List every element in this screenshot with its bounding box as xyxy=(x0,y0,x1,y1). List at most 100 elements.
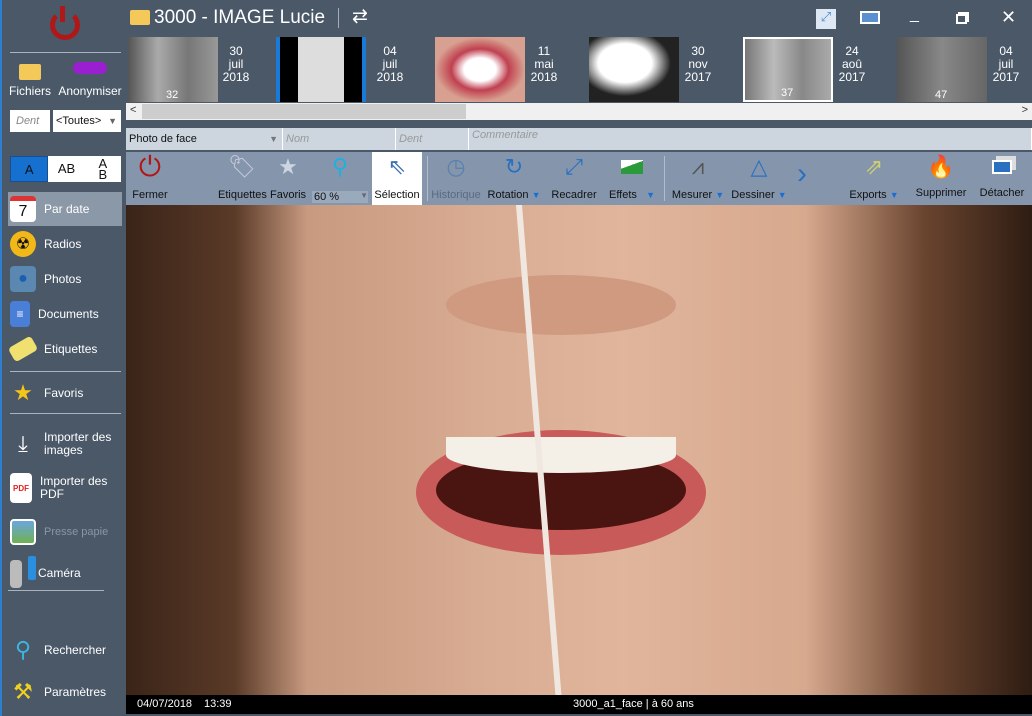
zoom-select[interactable]: 60 % ▼ xyxy=(312,191,368,203)
history-icon: ◷ xyxy=(446,154,466,179)
sidebar-item-label: Presse papie xyxy=(44,525,109,538)
close-image-button[interactable]: ⏻ Fermer xyxy=(130,151,170,205)
image-info-fields: Photo de face ▼ Nom Dent Commentaire xyxy=(126,128,1032,150)
image-viewer[interactable] xyxy=(126,205,1032,695)
thumbnail-date: 30 juil 2018 xyxy=(222,44,250,84)
effects-button[interactable]: Effets ▼ xyxy=(604,152,660,205)
restore-button[interactable] xyxy=(956,14,967,24)
folder-icon xyxy=(130,10,150,25)
thumbnail[interactable] xyxy=(435,37,525,102)
download-icon: ⤓ xyxy=(18,431,28,456)
magnifier-icon: ⚲ xyxy=(331,154,349,179)
thumbnail[interactable]: 37 xyxy=(743,37,833,102)
sidebar-item-photos[interactable]: ● Photos xyxy=(8,262,122,296)
video-camera-icon xyxy=(10,559,22,588)
sidebar-item-documents[interactable]: ≡ Documents xyxy=(8,297,122,331)
sidebar-item-camera[interactable]: Caméra xyxy=(8,557,104,591)
sidebar-item-label: Importer des PDF xyxy=(40,474,108,501)
image-type-select[interactable]: Photo de face ▼ xyxy=(126,128,283,150)
teeth xyxy=(446,437,676,473)
selection-button[interactable]: ⇖ Sélection xyxy=(372,152,422,205)
power-icon[interactable] xyxy=(50,6,80,40)
chevron-down-icon: ▼ xyxy=(108,116,117,126)
minimize-button[interactable]: _ xyxy=(910,6,919,24)
camera-icon: ● xyxy=(10,266,36,292)
anonymize-label: Anonymiser xyxy=(58,84,122,98)
thumbnail[interactable]: 47 xyxy=(897,37,987,102)
zoom-control[interactable]: ⚲ 60 % ▼ xyxy=(312,152,368,205)
thumbnail-date: 24 aoû 2017 xyxy=(838,44,866,84)
exports-button[interactable]: ⇗ Exports ▼ xyxy=(846,152,902,205)
crop-button[interactable]: ⤢ Recadrer xyxy=(550,152,598,205)
sidebar-item-label: Rechercher xyxy=(44,642,107,657)
calendar-icon: 7 xyxy=(10,196,36,222)
draw-button[interactable]: △ Dessiner ▼ xyxy=(730,152,788,205)
pdf-icon: PDF xyxy=(10,473,32,503)
sidebar-item-settings[interactable]: ⚒ Paramètres xyxy=(8,675,122,709)
sidebar-item-clipboard[interactable]: Presse papie xyxy=(8,515,122,549)
text-mode-ab[interactable]: AB xyxy=(48,156,84,182)
anonymize-button[interactable]: Anonymiser xyxy=(56,60,124,98)
multi-window-icon[interactable] xyxy=(860,11,880,24)
crop-icon: ⤢ xyxy=(565,154,583,179)
fullscreen-icon[interactable]: ⤢ xyxy=(816,9,836,29)
rotation-button[interactable]: ↻ Rotation ▼ xyxy=(486,152,542,205)
sidebar-item-par-date[interactable]: 7 Par date xyxy=(8,192,122,226)
scroll-right-icon[interactable]: > xyxy=(1022,104,1028,116)
tooth-filter-select[interactable]: <Toutes> ▼ xyxy=(53,110,121,132)
sidebar-item-import-images[interactable]: ⤓ Importer des images xyxy=(8,427,122,461)
history-button[interactable]: ◷ Historique xyxy=(430,152,482,205)
thumbnail-selected[interactable] xyxy=(276,37,366,102)
favorites-button[interactable]: ★ Favoris xyxy=(270,152,306,205)
sidebar-item-favoris[interactable]: ★ Favoris xyxy=(8,376,122,410)
scroll-thumb[interactable] xyxy=(142,104,466,119)
detach-button[interactable]: Détacher xyxy=(976,152,1028,205)
status-date: 04/07/2018 xyxy=(137,698,193,710)
tag-icon: 🏷 xyxy=(228,154,256,179)
chevron-down-icon: ▼ xyxy=(269,134,278,144)
thumbnail-date: 11 mai 2018 xyxy=(530,44,558,84)
title-bar: 3000 - IMAGE Lucie ⇄ ⤢ _ ✕ xyxy=(126,0,1032,36)
text-mode-a[interactable]: A xyxy=(10,156,49,182)
divider xyxy=(10,52,121,53)
comment-input[interactable]: Commentaire xyxy=(469,128,1032,150)
thumbnail[interactable] xyxy=(589,37,679,102)
search-icon: ⚲ xyxy=(14,637,32,662)
sidebar-item-etiquettes[interactable]: Etiquettes xyxy=(7,332,122,366)
sidebar-item-label: Favoris xyxy=(44,385,84,400)
sidebar-item-search[interactable]: ⚲ Rechercher xyxy=(8,633,122,667)
star-icon: ★ xyxy=(13,380,33,405)
folder-icon xyxy=(19,64,41,80)
scroll-left-icon[interactable]: < xyxy=(130,104,136,116)
thumbnail-date: 04 juil 2018 xyxy=(376,44,404,84)
sidebar-item-label: Documents xyxy=(38,306,99,321)
sidebar-item-label: Photos xyxy=(44,271,82,286)
divider xyxy=(10,371,121,372)
divider xyxy=(427,156,428,201)
more-tools-button[interactable]: › xyxy=(790,152,814,205)
measure-button[interactable]: ⩘ Mesurer ▼ xyxy=(670,152,726,205)
sidebar-item-import-pdf[interactable]: PDF Importer des PDF xyxy=(8,471,122,505)
chevron-down-icon: ▼ xyxy=(715,190,725,200)
thumbnail-date: 04 juil 2017 xyxy=(992,44,1020,84)
tags-button[interactable]: 🏷 Etiquettes xyxy=(218,152,267,205)
files-button[interactable]: Fichiers xyxy=(8,60,52,98)
delete-button[interactable]: 🔥 Supprimer xyxy=(914,152,968,205)
triangle-icon: △ xyxy=(750,154,768,179)
files-label: Fichiers xyxy=(8,84,51,98)
tools-icon: ⚒ xyxy=(13,679,33,704)
tooth-input[interactable]: Dent xyxy=(396,128,469,150)
close-button[interactable]: ✕ xyxy=(1001,7,1016,28)
window-title: 3000 - IMAGE Lucie xyxy=(154,7,326,28)
thumbnail[interactable]: 32 xyxy=(128,37,218,102)
name-input[interactable]: Nom xyxy=(283,128,396,150)
clipboard-icon xyxy=(10,519,36,545)
text-mode-vertical[interactable]: A B xyxy=(85,156,121,182)
refresh-icon[interactable]: ⇄ xyxy=(352,5,368,28)
sidebar: Fichiers Anonymiser Dent <Toutes> ▼ A AB … xyxy=(0,0,126,716)
thumbnail-scrollbar[interactable]: < > xyxy=(126,103,1032,120)
effects-icon xyxy=(604,152,660,182)
tooth-input[interactable]: Dent xyxy=(10,110,50,132)
chevron-down-icon: ▼ xyxy=(531,190,541,200)
sidebar-item-radios[interactable]: ☢ Radios xyxy=(8,227,122,261)
